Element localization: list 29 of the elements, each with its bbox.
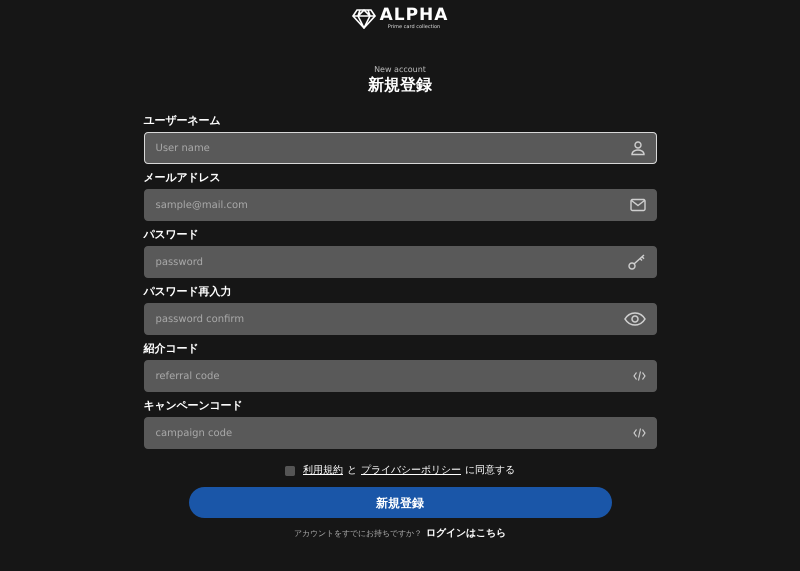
key-icon (628, 254, 646, 270)
login-prompt: アカウントをすでにお持ちですか？ (294, 528, 422, 540)
eye-icon[interactable] (624, 312, 646, 326)
agreement-text: と (347, 464, 357, 478)
code-icon (632, 371, 646, 381)
field-label: パスワード (144, 227, 200, 243)
mail-icon (630, 198, 646, 212)
agree-checkbox[interactable] (285, 466, 295, 476)
agreement-text: に同意する (465, 464, 515, 478)
input-field[interactable]: password confirm (144, 303, 656, 335)
page-subtitle: New account (374, 65, 426, 75)
field-label: 紹介コード (144, 341, 200, 357)
input-field[interactable]: password (144, 246, 656, 278)
field-label: パスワード再入力 (144, 284, 232, 300)
privacy-link[interactable]: プライバシーポリシー (361, 464, 461, 478)
input-field[interactable]: referral code (144, 360, 656, 392)
login-link[interactable]: ログインはこちら (426, 526, 506, 541)
field-label: キャンペーンコード (144, 398, 244, 414)
page-title: 新規登録 (368, 75, 432, 95)
brand-name: ALPHA (380, 6, 448, 24)
terms-link[interactable]: 利用規約 (303, 464, 343, 478)
field-label: ユーザーネーム (144, 113, 222, 129)
code-icon (632, 428, 646, 438)
diamond-logo-icon (352, 8, 376, 28)
register-button[interactable]: 新規登録 (188, 487, 612, 518)
input-field[interactable]: campaign code (144, 417, 656, 449)
input-field[interactable]: sample@mail.com (144, 189, 656, 221)
field-label: メールアドレス (144, 170, 222, 186)
person-icon (630, 140, 646, 156)
